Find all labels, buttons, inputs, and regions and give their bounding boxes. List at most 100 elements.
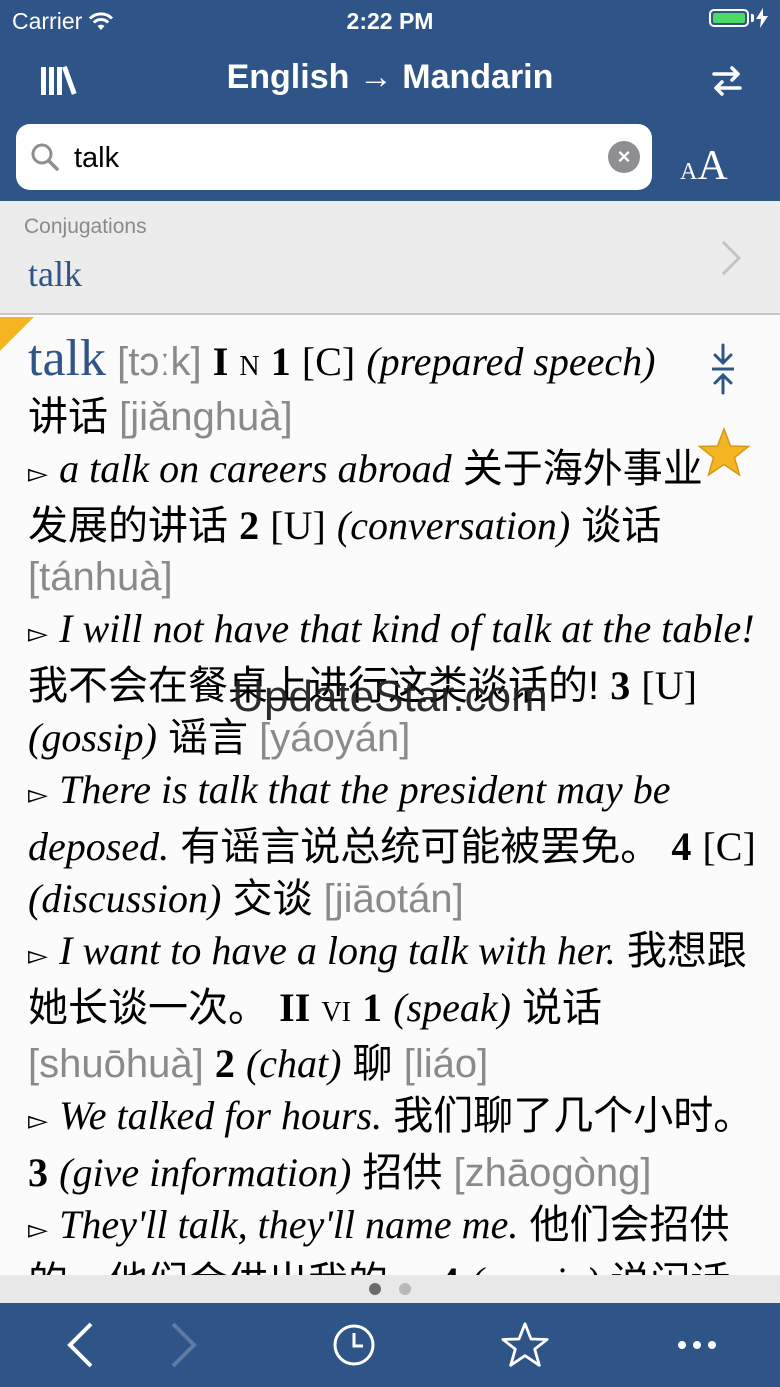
sense-gloss: (give information)	[59, 1150, 352, 1195]
pinyin: [zhāogòng]	[453, 1151, 652, 1195]
sense-gloss: (chat)	[245, 1041, 342, 1086]
history-button[interactable]	[326, 1317, 382, 1373]
more-icon	[678, 1341, 716, 1349]
swap-direction-icon	[712, 66, 742, 96]
example-translation: 他们会招供	[529, 1203, 730, 1247]
translation: 谣言	[168, 716, 249, 760]
grammar-code: [U]	[270, 503, 326, 548]
example-translation: 我们聊了几个小时。	[393, 1094, 754, 1138]
entry-line: [shuōhuà] 2 (chat) 聊 [liáo]	[28, 1038, 728, 1090]
example-translation: 发展的讲话	[28, 504, 228, 548]
grammar-code: [C]	[702, 824, 756, 869]
example-text: I want to have a long talk with her.	[59, 928, 616, 973]
page-dot-active	[369, 1283, 381, 1295]
example-translation: 我想跟	[626, 929, 747, 973]
pinyin: [jiāotán]	[323, 877, 464, 921]
example-text: I will not have that kind of talk at the…	[59, 606, 755, 651]
pinyin: [liáo]	[403, 1042, 489, 1086]
battery-indicator	[709, 8, 768, 28]
translation: 谈话	[581, 504, 662, 548]
top-bar: Carrier 2:22 PM English → Mandarin talk …	[0, 0, 780, 201]
status-bar: Carrier 2:22 PM	[0, 0, 780, 40]
status-time: 2:22 PM	[346, 8, 434, 34]
chevron-right-icon	[721, 240, 742, 276]
conjugations-row[interactable]: Conjugations talk	[0, 201, 780, 315]
example-marker: ▻	[28, 780, 48, 810]
sense-number: 4	[671, 824, 692, 869]
search-input[interactable]	[72, 134, 596, 182]
entry-line: 她长谈一次。 II VI 1 (speak) 说话	[28, 982, 728, 1038]
sense-number: 1	[362, 985, 383, 1030]
more-button[interactable]	[669, 1317, 725, 1373]
font-size-button[interactable]: A A	[680, 142, 728, 190]
translation: 说闲话	[610, 1260, 730, 1275]
swap-direction-button[interactable]	[704, 58, 750, 104]
entry-line: ▻ a talk on careers abroad 关于海外事业	[28, 443, 728, 500]
sense-gloss: (speak)	[393, 985, 511, 1030]
entry-line: ▻ There is talk that the president may b…	[28, 764, 728, 821]
clear-icon: ×	[617, 144, 631, 169]
entry-line: ▻ I want to have a long talk with her. 我…	[28, 925, 747, 982]
sense-roman: II	[279, 985, 311, 1030]
forward-button[interactable]	[156, 1317, 212, 1373]
entry-text: talk [tɔːk] I N 1 [C] (prepared speech) …	[28, 333, 756, 1276]
pronunciation: [tɔːk]	[117, 340, 202, 384]
example-translation: 关于海外事业	[462, 447, 703, 491]
font-size-small-glyph: A	[680, 159, 698, 185]
part-of-speech: N	[239, 351, 260, 382]
entry-line: 的，他们会供出我的。 4 (gossip) 说闲话	[28, 1256, 730, 1275]
search-bar: ×	[16, 124, 652, 190]
pinyin: [jiǎnghuà]	[119, 395, 293, 439]
font-size-large-glyph: A	[697, 143, 728, 189]
sense-number: 2	[214, 1041, 235, 1086]
translation: 交谈	[232, 877, 313, 921]
sense-gloss: (prepared speech)	[366, 339, 656, 384]
sense-number: 3	[28, 1150, 48, 1195]
example-text: deposed.	[28, 824, 170, 869]
page-dot	[399, 1283, 411, 1295]
clear-search-button[interactable]: ×	[608, 141, 640, 173]
translation: 讲话	[28, 395, 108, 439]
page-title: English → Mandarin	[226, 58, 554, 96]
battery-icon	[709, 9, 749, 27]
example-marker: ▻	[28, 619, 48, 649]
conjugations-word: talk	[28, 254, 82, 294]
example-translation: 她长谈一次。	[28, 986, 268, 1030]
sense-gloss: (gossip)	[470, 1259, 599, 1275]
page-indicator[interactable]	[0, 1275, 780, 1303]
entry-line: deposed. 有谣言说总统可能被罢免。 4 [C]	[28, 821, 756, 873]
chevron-left-icon	[67, 1322, 93, 1368]
example-text: They'll talk, they'll name me.	[59, 1202, 519, 1247]
example-marker: ▻	[28, 1106, 48, 1136]
pinyin: [tánhuà]	[28, 555, 173, 599]
bottom-toolbar	[0, 1303, 780, 1387]
pinyin: [shuōhuà]	[28, 1042, 204, 1086]
pinyin: [yáoyán]	[259, 716, 411, 760]
entry-line: talk [tɔːk] I N 1 [C] (prepared speech)	[28, 333, 728, 392]
example-text: There is talk that the president may be	[59, 767, 671, 812]
sense-gloss: (discussion)	[28, 876, 222, 921]
sense-gloss: (conversation)	[336, 503, 571, 548]
example-translation: 的，他们会供出我的。	[28, 1260, 428, 1275]
sense-number: 1	[270, 339, 291, 384]
chevron-right-icon	[171, 1322, 197, 1368]
entry-line: 发展的讲话 2 [U] (conversation) 谈话	[28, 500, 728, 552]
example-marker: ▻	[28, 1215, 48, 1245]
example-text: We talked for hours.	[59, 1093, 383, 1138]
entry-line: [tánhuà]	[28, 552, 728, 603]
sense-number: 2	[239, 503, 260, 548]
search-icon	[31, 143, 59, 171]
entry-line: ▻ I will not have that kind of talk at t…	[28, 603, 755, 660]
sense-number: 4	[439, 1259, 459, 1275]
entry-line: 3 (give information) 招供 [zhāogòng]	[28, 1147, 728, 1199]
sense-roman: I	[212, 339, 229, 384]
star-outline-icon	[501, 1322, 549, 1367]
back-button[interactable]	[52, 1317, 108, 1373]
entry-line: 讲话 [jiǎnghuà]	[28, 392, 728, 443]
example-marker: ▻	[28, 459, 48, 489]
charging-icon	[756, 8, 768, 28]
entry-line: ▻ They'll talk, they'll name me. 他们会招供	[28, 1199, 730, 1256]
favorites-button[interactable]	[497, 1317, 553, 1373]
entry-line: ▻ We talked for hours. 我们聊了几个小时。	[28, 1090, 753, 1147]
headword: talk	[28, 330, 106, 387]
